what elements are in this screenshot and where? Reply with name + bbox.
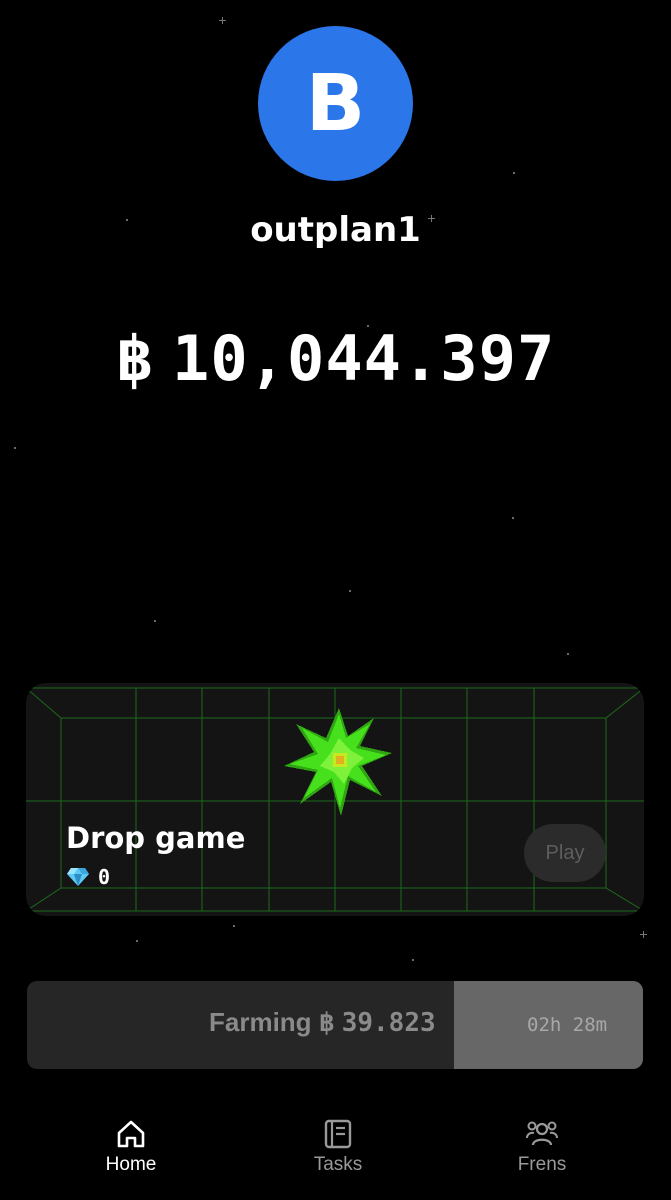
- avatar-letter: B: [305, 58, 366, 149]
- farming-timer: 02h 28m: [527, 1014, 608, 1036]
- tasks-icon: [324, 1119, 352, 1149]
- diamond-icon: [67, 868, 89, 886]
- nav-frens[interactable]: Frens: [472, 1110, 612, 1176]
- play-button[interactable]: Play: [524, 824, 606, 882]
- balance-amount: 10,044.397: [172, 322, 556, 395]
- nav-tasks-label: Tasks: [313, 1154, 363, 1175]
- farming-label: Farming: [209, 1007, 312, 1037]
- balance-display: ฿ 10,044.397: [0, 322, 671, 395]
- farming-status: Farming ฿ 39.823: [209, 1007, 436, 1038]
- drop-game-card[interactable]: Drop game 0 Play: [26, 683, 644, 916]
- home-icon: [117, 1120, 145, 1148]
- farming-currency-symbol: ฿: [318, 1008, 335, 1038]
- frens-icon: [526, 1121, 558, 1146]
- farming-button[interactable]: Farming ฿ 39.823 02h 28m: [27, 981, 643, 1069]
- currency-symbol: ฿: [115, 322, 155, 395]
- avatar: B: [258, 26, 413, 181]
- ticket-count: 0: [98, 865, 111, 889]
- drop-game-tickets: 0: [66, 865, 110, 889]
- nav-home-label: Home: [105, 1154, 157, 1175]
- green-burst-icon: [284, 708, 392, 816]
- nav-home[interactable]: Home: [61, 1110, 201, 1176]
- nav-frens-label: Frens: [517, 1154, 567, 1175]
- farming-amount: 39.823: [341, 1008, 436, 1038]
- drop-game-title: Drop game: [66, 821, 246, 855]
- bottom-nav: Home Tasks Frens: [0, 1110, 671, 1200]
- username: outplan1: [250, 210, 421, 250]
- nav-tasks[interactable]: Tasks: [268, 1110, 408, 1176]
